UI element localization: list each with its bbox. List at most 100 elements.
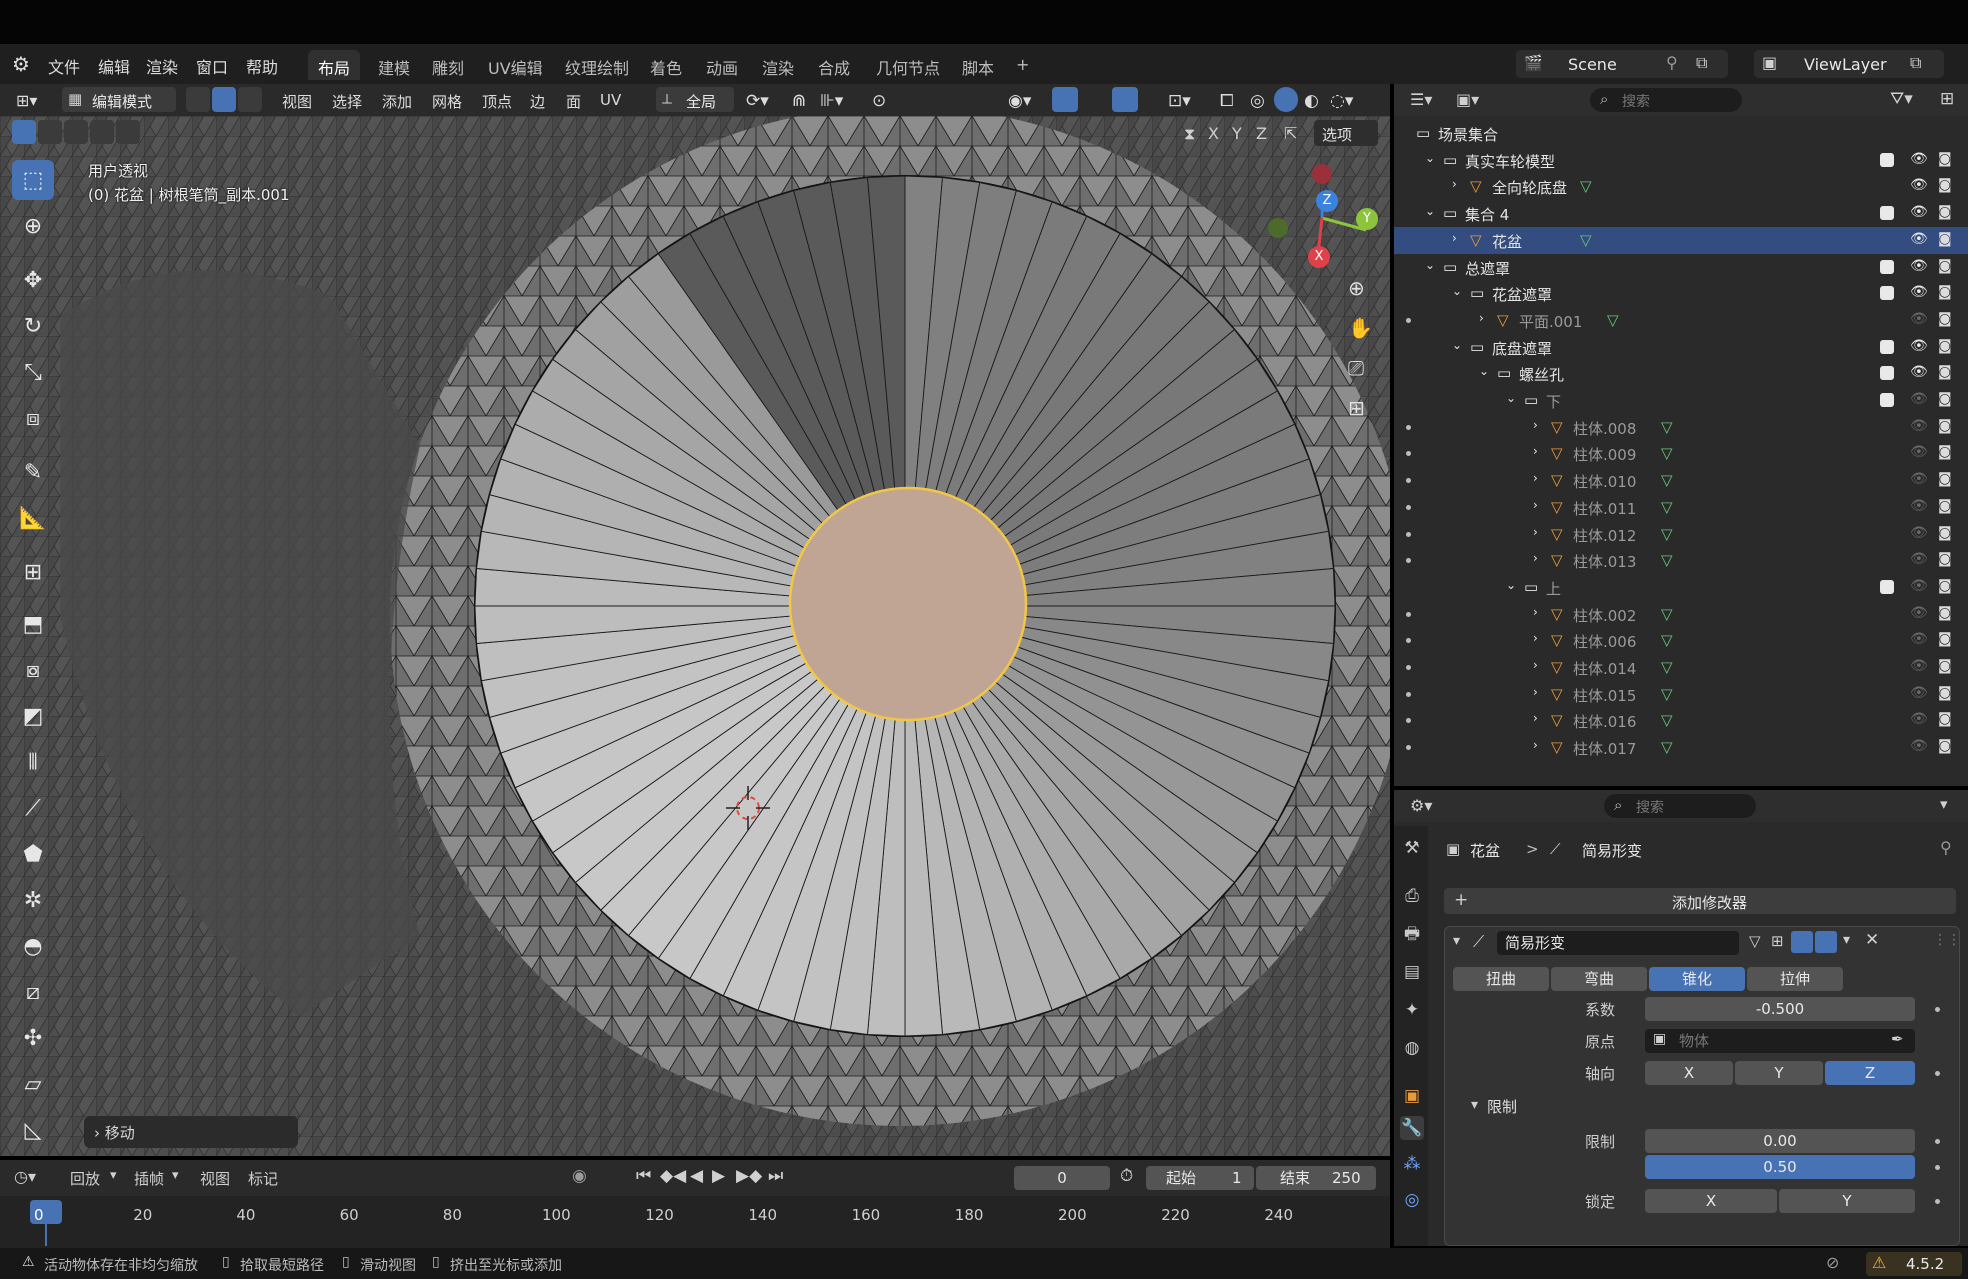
axis-x-button[interactable]: X: [1645, 1061, 1733, 1085]
outliner-row[interactable]: ⌄ ▭ 真实车轮模型 👁 ◙: [1394, 147, 1968, 174]
outliner-row[interactable]: ⌄ ▭ 上 👁 ◙: [1394, 574, 1968, 601]
mode-selector[interactable]: ▦ 编辑模式: [62, 87, 176, 112]
scene-tab-icon[interactable]: ✦: [1400, 998, 1424, 1022]
outliner-row[interactable]: › ▽ 柱体.002 ▽ 👁 ◙: [1394, 601, 1968, 628]
scene-selector[interactable]: 🎬 Scene ⚲ ⧉: [1516, 50, 1728, 78]
menu-add[interactable]: 添加: [382, 91, 412, 112]
edit-mode-dot-icon[interactable]: [1406, 611, 1411, 617]
play-icon[interactable]: ▶: [712, 1166, 725, 1186]
render-camera-icon[interactable]: ◙: [1938, 605, 1952, 621]
visibility-eye-icon[interactable]: 👁: [1910, 258, 1928, 274]
add-cube-tool[interactable]: ⊞: [12, 552, 54, 592]
outliner-search-field[interactable]: ⌕ 搜索: [1590, 88, 1742, 112]
tab-rendering[interactable]: 渲染: [752, 50, 804, 80]
add-workspace-button[interactable]: +: [1006, 50, 1039, 80]
edit-mode-dot-icon[interactable]: [1406, 451, 1411, 457]
selected-bottom-face[interactable]: [788, 486, 1028, 722]
render-camera-icon[interactable]: ◙: [1938, 551, 1952, 567]
menu-face[interactable]: 面: [566, 91, 581, 112]
limits-section-label[interactable]: 限制: [1487, 1096, 1517, 1117]
outliner-row[interactable]: › ▽ 柱体.011 ▽ 👁 ◙: [1394, 494, 1968, 521]
properties-editor-icon[interactable]: ⚙▾: [1410, 796, 1432, 815]
mesh-data-icon[interactable]: ▽: [1661, 658, 1673, 676]
outliner-row[interactable]: › ▽ 柱体.006 ▽ 👁 ◙: [1394, 627, 1968, 654]
cage-toggle-icon[interactable]: ⊞: [1771, 932, 1784, 950]
outliner-row[interactable]: ⌄ ▭ 底盘遮罩 👁 ◙: [1394, 334, 1968, 361]
axis-z-button[interactable]: Z: [1825, 1061, 1915, 1085]
collapse-chevron-icon[interactable]: ›: [1533, 551, 1538, 565]
keyframe-dot-icon[interactable]: [1935, 1139, 1940, 1144]
view-layer-tab-icon[interactable]: ▤: [1400, 960, 1424, 984]
outliner-row[interactable]: › ▽ 花盆 ▽ 👁 ◙: [1394, 226, 1968, 254]
render-camera-icon[interactable]: ◙: [1938, 204, 1952, 220]
render-camera-icon[interactable]: ◙: [1938, 391, 1952, 407]
visibility-eye-icon[interactable]: 👁: [1910, 498, 1928, 514]
select-subtract-button[interactable]: [64, 120, 88, 144]
outliner-row[interactable]: ⌄ ▭ 集合 4 👁 ◙: [1394, 200, 1968, 227]
menu-select[interactable]: 选择: [332, 91, 362, 112]
pan-hand-icon[interactable]: ✋: [1348, 316, 1373, 340]
edit-mode-dot-icon[interactable]: [1406, 531, 1411, 537]
outliner-row[interactable]: ⌄ ▭ 下 👁 ◙: [1394, 387, 1968, 414]
render-camera-icon[interactable]: ◙: [1938, 231, 1952, 247]
collapse-chevron-icon[interactable]: ›: [1533, 471, 1538, 485]
outliner-row[interactable]: › ▽ 柱体.014 ▽ 👁 ◙: [1394, 654, 1968, 681]
visibility-eye-icon[interactable]: 👁: [1910, 311, 1928, 327]
render-camera-icon[interactable]: ◙: [1938, 151, 1952, 167]
edit-mode-dot-icon[interactable]: [1406, 424, 1411, 430]
factor-field[interactable]: -0.500: [1645, 997, 1915, 1021]
3d-viewport[interactable]: Z Y X ⊕ ✋ ⎚ ⊞ ⧗ X Y Z ⇱ 选项 用户透视 (0) 花盆 |…: [0, 116, 1390, 1156]
keyframe-dot-icon[interactable]: [1935, 1071, 1940, 1076]
auto-merge-icon[interactable]: ⇱: [1284, 124, 1297, 143]
collapse-chevron-icon[interactable]: ›: [1452, 231, 1457, 245]
playback-menu[interactable]: 回放: [70, 1168, 100, 1189]
render-camera-icon[interactable]: ◙: [1938, 471, 1952, 487]
gizmo-toggle-button[interactable]: [1052, 87, 1078, 112]
gizmo-z-axis[interactable]: Z: [1316, 190, 1338, 212]
expand-chevron-icon[interactable]: ⌄: [1452, 284, 1462, 298]
physics-tab-icon[interactable]: ◎: [1400, 1188, 1424, 1212]
expand-chevron-icon[interactable]: ⌄: [1425, 151, 1435, 165]
outliner-row[interactable]: › ▽ 柱体.009 ▽ 👁 ◙: [1394, 440, 1968, 467]
tab-scripting[interactable]: 脚本: [952, 50, 1004, 80]
loop-cut-tool[interactable]: ⫴: [12, 742, 54, 782]
mirror-x-toggle[interactable]: X: [1208, 124, 1219, 143]
measure-tool[interactable]: 📐: [12, 498, 54, 538]
tab-uv-editing[interactable]: UV编辑: [478, 50, 553, 80]
menu-vertex[interactable]: 顶点: [482, 91, 512, 112]
visibility-eye-icon[interactable]: 👁: [1910, 151, 1928, 167]
origin-object-field[interactable]: 物体: [1645, 1029, 1915, 1053]
expand-chevron-icon[interactable]: ⌄: [1506, 391, 1516, 405]
visibility-eye-icon[interactable]: 👁: [1910, 364, 1928, 380]
edit-mode-dot-icon[interactable]: [1406, 478, 1411, 484]
outliner-row[interactable]: ▭ 场景集合: [1394, 120, 1968, 147]
collapse-chevron-icon[interactable]: ›: [1533, 418, 1538, 432]
expand-chevron-icon[interactable]: ⌄: [1452, 338, 1462, 352]
edge-select-button[interactable]: [212, 87, 236, 112]
visibility-eye-icon[interactable]: 👁: [1910, 284, 1928, 300]
keyframe-dot-icon[interactable]: [1935, 1199, 1940, 1204]
mode-stretch-button[interactable]: 拉伸: [1747, 967, 1843, 991]
edit-mode-dot-icon[interactable]: [1406, 558, 1411, 564]
mesh-overlay-icon[interactable]: ⊡▾: [1168, 91, 1191, 111]
mesh-data-icon[interactable]: ▽: [1607, 311, 1619, 329]
visibility-eye-icon[interactable]: 👁: [1910, 204, 1928, 220]
new-view-layer-icon[interactable]: ⧉: [1910, 53, 1921, 73]
mesh-data-icon[interactable]: ▽: [1661, 605, 1673, 623]
outliner-row[interactable]: ⌄ ▭ 总遮罩 👁 ◙: [1394, 254, 1968, 281]
start-frame-field[interactable]: 起始 1: [1146, 1166, 1254, 1190]
render-toggle-icon[interactable]: [1815, 931, 1837, 953]
breadcrumb-object[interactable]: 花盆: [1470, 840, 1500, 861]
mirror-y-toggle[interactable]: Y: [1232, 124, 1242, 143]
mesh-data-icon[interactable]: ▽: [1661, 685, 1673, 703]
edit-mode-dot-icon[interactable]: [1406, 504, 1411, 510]
exclude-checkbox[interactable]: [1880, 393, 1894, 407]
timeline-ruler[interactable]: 0 20 40 60 80 100 120 140 160 180 200 220 240: [0, 1196, 1390, 1248]
collapse-chevron-icon[interactable]: ›: [1533, 685, 1538, 699]
render-camera-icon[interactable]: ◙: [1938, 418, 1952, 434]
blender-logo-icon[interactable]: ⚙: [12, 52, 30, 76]
edit-mode-dot-icon[interactable]: [1406, 718, 1411, 724]
render-camera-icon[interactable]: ◙: [1938, 258, 1952, 274]
bevel-tool[interactable]: ◩: [12, 696, 54, 736]
menu-render[interactable]: 渲染: [146, 54, 178, 78]
